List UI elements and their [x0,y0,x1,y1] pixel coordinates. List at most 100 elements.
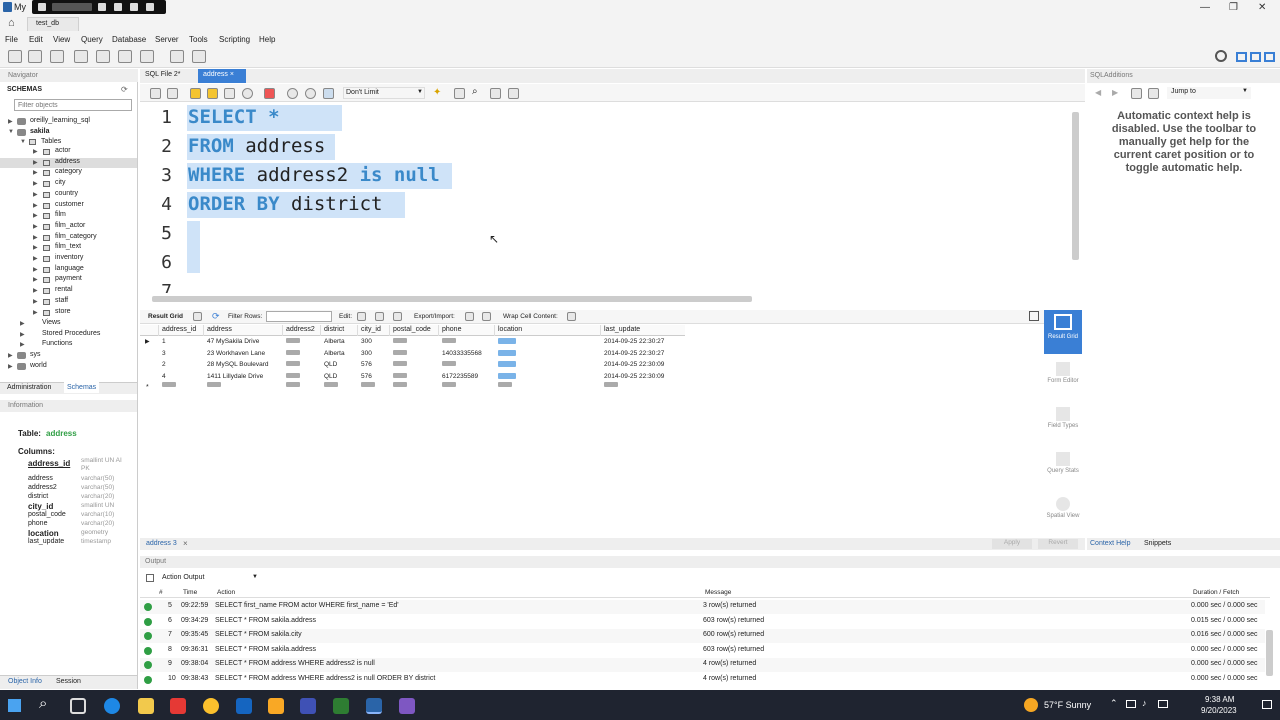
search-icon[interactable]: ⌕ [472,86,478,97]
output-select[interactable]: Action Output ▼ [158,572,258,584]
create-schema-icon[interactable] [74,50,88,63]
views-node[interactable]: Views [42,319,61,326]
menu-scripting[interactable]: Scripting [219,35,250,44]
weather-icon[interactable] [1024,698,1038,712]
grid-cell[interactable]: QLD [324,361,337,368]
output-row[interactable]: 9 09:38:04 SELECT * FROM address WHERE add… [140,658,1265,673]
notifications-icon[interactable] [1262,700,1272,709]
menu-file[interactable]: File [5,35,18,44]
refresh-icon[interactable]: ⟳ [121,85,128,94]
toggle-output-icon[interactable] [1250,52,1261,62]
network-icon[interactable] [1126,700,1136,708]
menu-tools[interactable]: Tools [189,35,208,44]
invisible-chars-icon[interactable] [490,88,501,99]
copy-output-icon[interactable] [146,574,154,582]
menu-server[interactable]: Server [155,35,179,44]
column-divider[interactable] [282,325,283,336]
new-sql-tab-icon[interactable] [8,50,22,63]
expand-arrow-icon[interactable]: ▶ [8,118,13,125]
grid-cell[interactable]: 2 [162,361,166,368]
gear-icon[interactable] [1215,50,1227,62]
tab-snippets[interactable]: Snippets [1144,540,1171,547]
rollback-icon[interactable] [305,88,316,99]
table-address[interactable]: address [55,158,80,165]
autocommit-icon[interactable] [323,88,334,99]
grid-cell[interactable]: 1 [162,338,166,345]
expand-arrow-icon[interactable]: ▶ [33,255,38,262]
table-rental[interactable]: rental [55,286,73,293]
expand-arrow-icon[interactable]: ▶ [8,363,13,370]
battery-icon[interactable] [1158,700,1168,708]
schema-sys[interactable]: sys [30,351,41,358]
menu-edit[interactable]: Edit [29,35,43,44]
execute-current-icon[interactable] [207,88,218,99]
windows-start-icon[interactable] [8,699,21,712]
menu-query[interactable]: Query [81,35,103,44]
grid-column-header[interactable]: address_id [162,326,196,333]
grid-cell[interactable]: Alberta [324,350,345,357]
tab-administration[interactable]: Administration [7,384,51,391]
grid-cell[interactable]: 2014-09-25 22:30:27 [604,338,664,345]
grid-cell[interactable]: Alberta [324,338,345,345]
reconnect-icon[interactable] [192,50,206,63]
chrome-icon[interactable] [203,698,219,714]
table-film-category[interactable]: film_category [55,233,97,240]
grid-cell[interactable]: 300 [361,338,372,345]
manual-help-icon[interactable] [1131,88,1142,99]
open-sql-icon[interactable] [28,50,42,63]
procedures-node[interactable]: Stored Procedures [42,330,100,337]
form-editor-button[interactable]: Form Editor [1044,360,1082,396]
expand-arrow-icon[interactable]: ▶ [33,148,38,155]
filter-objects-input[interactable] [14,99,132,111]
table-country[interactable]: country [55,190,78,197]
find-replace-icon[interactable] [454,88,465,99]
execute-icon[interactable] [190,88,201,99]
grid-column-header[interactable]: postal_code [393,326,431,333]
tab-object-info[interactable]: Object Info [8,678,42,685]
table-language[interactable]: language [55,265,84,272]
grid-cell[interactable]: 14033335568 [442,350,482,357]
back-icon[interactable]: ◀ [1095,88,1101,97]
create-procedure-icon[interactable] [140,50,154,63]
create-table-icon[interactable] [96,50,110,63]
delete-row-icon[interactable] [393,312,402,321]
grid-cell[interactable]: 2014-09-25 22:30:09 [604,361,664,368]
tables-node[interactable]: Tables [41,138,61,145]
table-actor[interactable]: actor [55,147,71,154]
grid-column-header[interactable]: city_id [361,326,381,333]
steam-icon[interactable] [300,698,316,714]
grid-cell[interactable]: 576 [361,373,372,380]
tab-context-help[interactable]: Context Help [1090,540,1130,547]
grid-cell[interactable]: 23 Workhaven Lane [207,350,265,357]
column-divider[interactable] [203,325,204,336]
close-icon[interactable]: ✕ [1258,2,1266,13]
office-icon[interactable] [170,698,186,714]
video-editor-icon[interactable] [399,698,415,714]
output-row[interactable]: 8 09:36:31 SELECT * FROM sakila.address 603… [140,644,1265,658]
editor-vscrollbar[interactable] [1072,112,1079,260]
editor-hscrollbar[interactable] [152,296,752,302]
stop-on-error-icon[interactable] [264,88,275,99]
schema-oreilly[interactable]: oreilly_learning_sql [30,117,90,124]
grid-cell[interactable]: 2014-09-25 22:30:27 [604,350,664,357]
task-view-icon[interactable] [70,698,86,714]
toggle-panel-icon[interactable] [1029,311,1039,321]
grid-column-header[interactable]: last_update [604,326,640,333]
close-result-tab-icon[interactable]: × [183,539,188,548]
expand-arrow-icon[interactable]: ▶ [33,159,38,166]
expand-arrow-icon[interactable]: ▶ [33,191,38,198]
table-film[interactable]: film [55,211,66,218]
tab-address-query[interactable]: address × [198,69,246,83]
field-types-button[interactable]: Field Types [1044,405,1082,441]
auto-help-icon[interactable] [1148,88,1159,99]
expand-arrow-icon[interactable]: ▶ [33,180,38,187]
expand-arrow-icon[interactable]: ▶ [33,309,38,316]
schema-world[interactable]: world [30,362,47,369]
expand-arrow-icon[interactable]: ▶ [33,287,38,294]
expand-arrow-icon[interactable]: ▶ [20,331,25,338]
restore-icon[interactable]: ❐ [1229,2,1238,13]
output-row[interactable]: 7 09:35:45 SELECT * FROM sakila.city 600 ro… [140,629,1265,644]
table-inventory[interactable]: inventory [55,254,83,261]
speaker-icon[interactable] [114,3,122,11]
recorder-toolbar[interactable] [32,0,166,14]
